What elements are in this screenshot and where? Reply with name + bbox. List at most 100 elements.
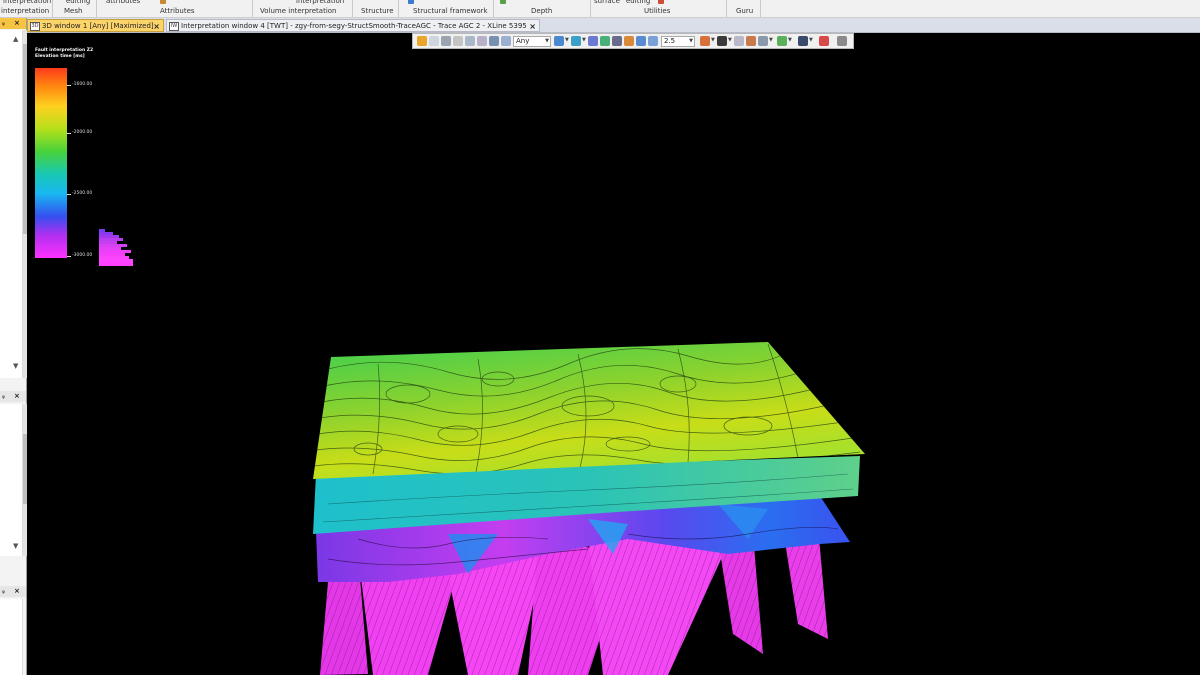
color-legend-tick [67, 133, 71, 134]
ribbon-separator [590, 0, 591, 17]
domain-select-value: Any [516, 37, 530, 45]
ribbon-separator [352, 0, 353, 17]
pin-icon[interactable]: ᵩ [2, 586, 5, 597]
ribbon-group-label: Structural framework [413, 7, 488, 15]
3d-window-icon: 3D [30, 22, 40, 31]
screenshot-icon[interactable] [798, 36, 808, 46]
dock-pane-body [0, 599, 23, 675]
lasso-icon[interactable] [734, 36, 744, 46]
light-icon[interactable] [624, 36, 634, 46]
petrel-app: interpretation editing attributes interp… [0, 0, 1200, 675]
chevron-down-icon[interactable]: ▼ [582, 37, 586, 43]
scroll-down-icon[interactable]: ▼ [13, 542, 18, 550]
color-legend-label: -2500.00 [72, 191, 93, 196]
mask-icon[interactable] [717, 36, 727, 46]
layer-icon[interactable] [777, 36, 787, 46]
chevron-down-icon[interactable]: ▼ [711, 37, 715, 43]
size-select[interactable]: 2.5 ▼ [661, 36, 695, 47]
ribbon-group-label: Utilities [644, 7, 671, 15]
scrollbar-thumb[interactable] [23, 434, 27, 504]
3d-scene[interactable] [28, 34, 1200, 675]
viewport-toolbar: Any ▼ ▼ ▼ 2.5 ▼ ▼ ▼ ▼ ▼ ▼ [412, 33, 854, 49]
ribbon-top-label[interactable]: interpretation [3, 0, 51, 5]
scroll-up-icon[interactable]: ▲ [13, 35, 18, 43]
color-legend-label: -1600.00 [72, 82, 93, 87]
pick-icon[interactable] [441, 36, 451, 46]
zoom-icon[interactable] [501, 36, 511, 46]
rotate-icon[interactable] [465, 36, 475, 46]
eye-icon[interactable] [571, 36, 581, 46]
close-icon[interactable]: × [153, 20, 160, 33]
view-icon[interactable] [489, 36, 499, 46]
scrollbar[interactable] [23, 30, 27, 378]
draw-icon[interactable] [746, 36, 756, 46]
ribbon-top-label[interactable]: attributes [106, 0, 140, 5]
scrollbar[interactable] [23, 404, 27, 556]
pin-icon[interactable]: ᵩ [2, 391, 5, 402]
pin-icon[interactable] [837, 36, 847, 46]
camera-icon[interactable] [588, 36, 598, 46]
chevron-down-icon[interactable]: ▼ [809, 37, 813, 43]
close-icon[interactable]: × [529, 20, 536, 33]
ribbon-separator [96, 0, 97, 17]
color-legend-tick [67, 85, 71, 86]
ribbon-separator [398, 0, 399, 17]
home-icon[interactable] [554, 36, 564, 46]
target-icon[interactable] [600, 36, 610, 46]
ribbon-group-label: Depth [531, 7, 553, 15]
chevron-down-icon[interactable]: ▼ [728, 37, 732, 43]
color-legend-unit: Elevation time [ms] [35, 54, 85, 59]
ribbon-separator [760, 0, 761, 17]
tab-label: Interpretation window 4 [TWT] - zgy-from… [181, 22, 527, 30]
close-icon[interactable]: × [14, 18, 20, 29]
window-tab-bar: 3D 3D window 1 [Any] [Maximized] × IW In… [0, 18, 1200, 33]
ribbon-top-label[interactable]: editing [626, 0, 650, 5]
ribbon-separator [52, 0, 53, 17]
interpretation-window-icon: IW [169, 22, 179, 31]
ribbon-tool-icon[interactable] [500, 0, 506, 4]
ribbon-separator [493, 0, 494, 17]
ribbon-separator [726, 0, 727, 17]
ribbon-top-label[interactable]: editing [66, 0, 90, 5]
left-dock: ᵩ × ▲ ▼ ᵩ × ▼ ᵩ × [0, 18, 27, 675]
ribbon-group-label: Structure [361, 7, 394, 15]
horizon-top [313, 342, 865, 479]
flip-icon[interactable] [477, 36, 487, 46]
ribbon-separator [252, 0, 253, 17]
ribbon-tool-icon[interactable] [160, 0, 166, 4]
chevron-down-icon: ▼ [689, 38, 693, 44]
close-icon[interactable]: × [14, 391, 20, 402]
color-legend-bar [35, 68, 67, 258]
scroll-down-icon[interactable]: ▼ [13, 362, 18, 370]
palette-icon[interactable] [700, 36, 710, 46]
close-icon[interactable]: × [14, 586, 20, 597]
ribbon-group-label: Guru [736, 7, 754, 15]
color-legend-label: -2000.00 [72, 130, 93, 135]
tab-3d-window[interactable]: 3D 3D window 1 [Any] [Maximized] × [27, 19, 164, 32]
ruler-icon[interactable] [453, 36, 463, 46]
ribbon-tool-icon[interactable] [408, 0, 414, 4]
ribbon-tool-icon[interactable] [658, 0, 664, 4]
binoculars-icon[interactable] [612, 36, 622, 46]
dock-pane-header: ᵩ × [0, 18, 26, 29]
scrollbar-thumb[interactable] [23, 44, 27, 234]
tab-interpretation-window[interactable]: IW Interpretation window 4 [TWT] - zgy-f… [166, 19, 540, 32]
pin-icon[interactable]: ᵩ [2, 18, 5, 29]
grid-icon[interactable] [648, 36, 658, 46]
ribbon-group-label: Attributes [160, 7, 195, 15]
chevron-down-icon[interactable]: ▼ [565, 37, 569, 43]
reset-icon[interactable] [819, 36, 829, 46]
select-icon[interactable] [429, 36, 439, 46]
pan-icon[interactable] [417, 36, 427, 46]
chevron-down-icon[interactable]: ▼ [788, 37, 792, 43]
size-select-value: 2.5 [664, 37, 676, 45]
chevron-down-icon: ▼ [545, 38, 549, 44]
box-icon[interactable] [636, 36, 646, 46]
dock-pane-body [0, 404, 23, 556]
axis-icon[interactable] [758, 36, 768, 46]
color-legend-tick [67, 256, 71, 257]
domain-select[interactable]: Any ▼ [513, 36, 551, 47]
chevron-down-icon[interactable]: ▼ [769, 37, 773, 43]
ribbon-top-label[interactable]: surface [594, 0, 620, 5]
ribbon-top-label[interactable]: interpretation [296, 0, 344, 5]
